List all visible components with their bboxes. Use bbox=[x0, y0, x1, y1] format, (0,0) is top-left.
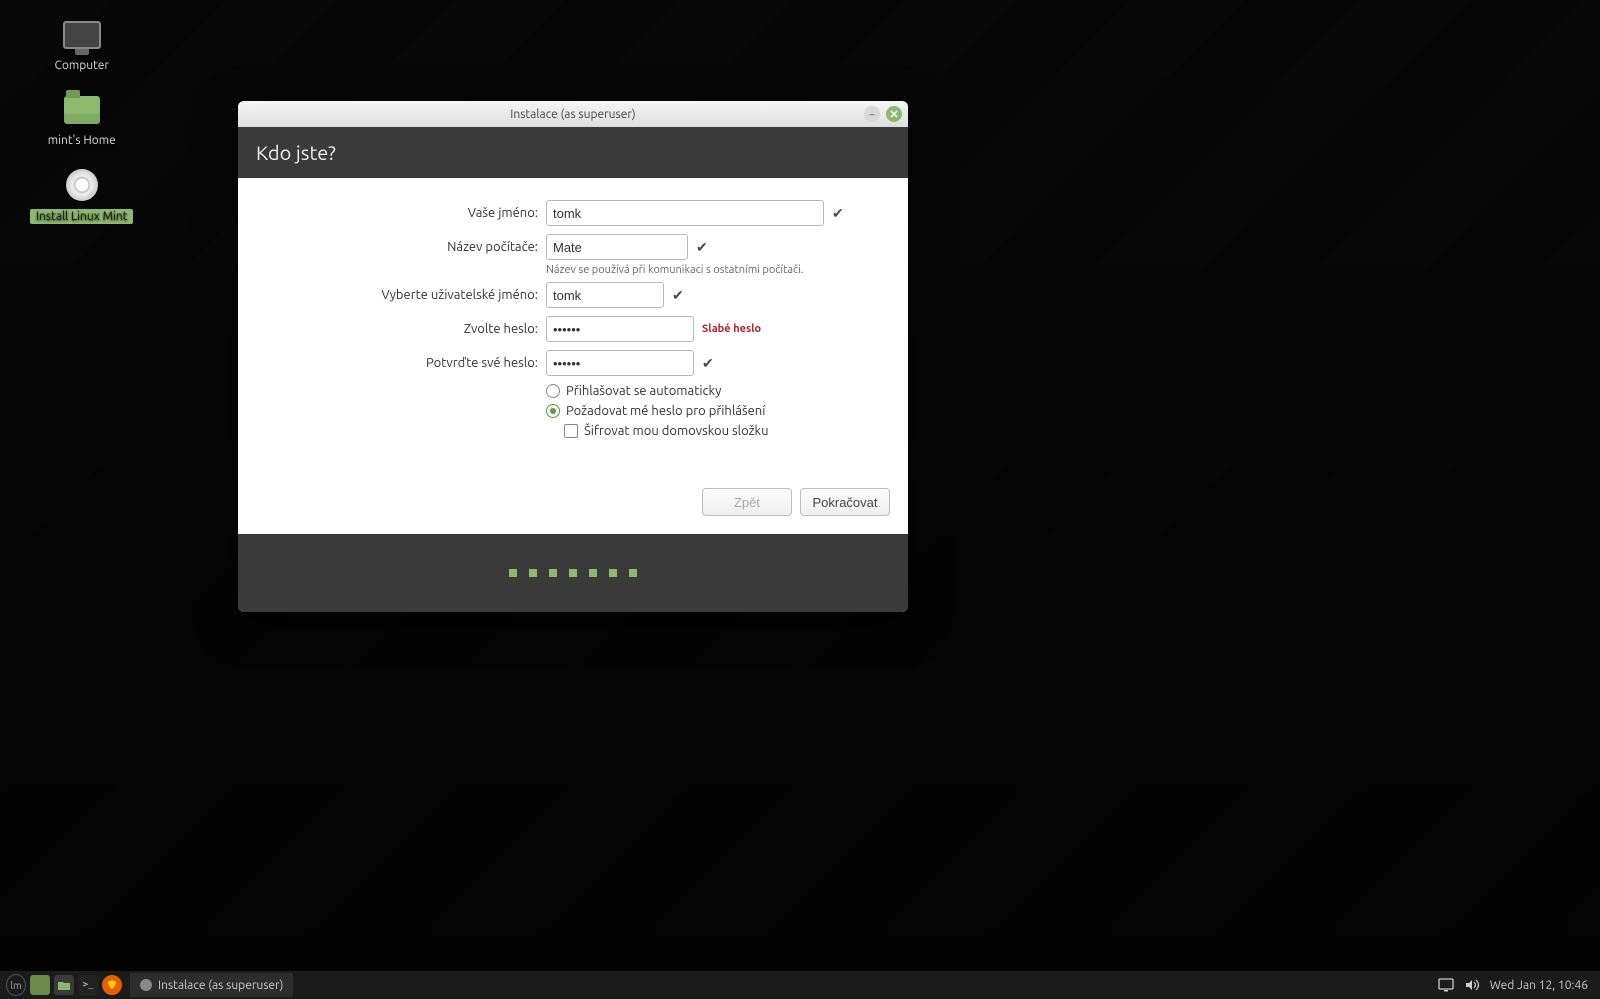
desktop-icon-label: Install Linux Mint bbox=[30, 209, 133, 224]
radio-label: Požadovat mé heslo pro přihlášení bbox=[566, 404, 765, 418]
speaker-icon bbox=[1464, 978, 1480, 992]
confirm-password-input[interactable] bbox=[546, 350, 694, 376]
app-icon bbox=[140, 979, 152, 991]
check-icon: ✔ bbox=[832, 205, 844, 222]
progress-dot bbox=[509, 569, 517, 577]
radio-icon bbox=[546, 404, 560, 418]
volume-tray-icon[interactable] bbox=[1464, 977, 1480, 993]
password-input[interactable] bbox=[546, 316, 694, 342]
taskbar: lm >_ Instalace (as superuser) Wed Jan 1… bbox=[0, 971, 1600, 999]
progress-dot bbox=[589, 569, 597, 577]
hostname-hint: Název se používá při komunikaci s ostatn… bbox=[546, 264, 888, 276]
back-button[interactable]: Zpět bbox=[702, 488, 792, 516]
progress-dot bbox=[569, 569, 577, 577]
folder-icon bbox=[58, 90, 106, 130]
terminal-launcher[interactable]: >_ bbox=[78, 975, 98, 995]
progress-dot bbox=[549, 569, 557, 577]
label-hostname: Název počítače: bbox=[258, 240, 546, 254]
close-icon bbox=[889, 109, 899, 119]
desktop-icon-home[interactable]: mint's Home bbox=[48, 90, 116, 147]
minimize-button[interactable]: – bbox=[864, 106, 880, 122]
installer-window: Instalace (as superuser) – Kdo jste? Vaš… bbox=[238, 101, 908, 612]
disc-icon bbox=[58, 165, 106, 205]
label-username: Vyberte uživatelské jméno: bbox=[258, 288, 546, 302]
window-titlebar[interactable]: Instalace (as superuser) – bbox=[238, 101, 908, 127]
checkbox-icon bbox=[564, 424, 578, 438]
radio-auto-login[interactable]: Přihlašovat se automaticky bbox=[546, 384, 888, 398]
radio-icon bbox=[546, 384, 560, 398]
desktop-icons: Computer mint's Home Install Linux Mint bbox=[30, 15, 133, 224]
progress-dot bbox=[629, 569, 637, 577]
checkbox-encrypt-home[interactable]: Šifrovat mou domovskou složku bbox=[564, 424, 888, 438]
username-input[interactable] bbox=[546, 282, 664, 308]
button-row: Zpět Pokračovat bbox=[238, 488, 908, 534]
check-icon: ✔ bbox=[696, 239, 708, 256]
menu-button[interactable]: lm bbox=[6, 975, 26, 995]
firefox-icon bbox=[105, 978, 119, 992]
hostname-input[interactable] bbox=[546, 234, 688, 260]
progress-dot bbox=[609, 569, 617, 577]
desktop-icon-label: Computer bbox=[55, 59, 109, 72]
taskbar-item-label: Instalace (as superuser) bbox=[158, 979, 283, 992]
firefox-launcher[interactable] bbox=[102, 975, 122, 995]
taskbar-item-installer[interactable]: Instalace (as superuser) bbox=[130, 973, 293, 997]
label-name: Vaše jméno: bbox=[258, 206, 546, 220]
desktop-icon-computer[interactable]: Computer bbox=[55, 15, 109, 72]
desktop-icon-install[interactable]: Install Linux Mint bbox=[30, 165, 133, 224]
password-strength: Slabé heslo bbox=[702, 323, 761, 335]
checkbox-label: Šifrovat mou domovskou složku bbox=[584, 424, 769, 438]
monitor-icon bbox=[58, 15, 106, 55]
folder-icon bbox=[57, 979, 71, 991]
display-icon bbox=[1438, 978, 1454, 992]
radio-require-password[interactable]: Požadovat mé heslo pro přihlášení bbox=[546, 404, 888, 418]
show-desktop-button[interactable] bbox=[30, 975, 50, 995]
check-icon: ✔ bbox=[702, 355, 714, 372]
network-tray-icon[interactable] bbox=[1438, 977, 1454, 993]
progress-dots bbox=[238, 534, 908, 612]
close-button[interactable] bbox=[886, 106, 902, 122]
progress-dot bbox=[529, 569, 537, 577]
name-input[interactable] bbox=[546, 200, 824, 226]
label-password: Zvolte heslo: bbox=[258, 322, 546, 336]
desktop-icon-label: mint's Home bbox=[48, 134, 116, 147]
label-confirm: Potvrďte své heslo: bbox=[258, 356, 546, 370]
continue-button[interactable]: Pokračovat bbox=[800, 488, 890, 516]
clock[interactable]: Wed Jan 12, 10:46 bbox=[1490, 979, 1588, 992]
check-icon: ✔ bbox=[672, 287, 684, 304]
file-manager-launcher[interactable] bbox=[54, 975, 74, 995]
window-title: Instalace (as superuser) bbox=[510, 108, 635, 121]
page-heading: Kdo jste? bbox=[238, 127, 908, 178]
radio-label: Přihlašovat se automaticky bbox=[566, 384, 721, 398]
form-area: Vaše jméno: ✔ Název počítače: ✔ Název se… bbox=[238, 178, 908, 488]
